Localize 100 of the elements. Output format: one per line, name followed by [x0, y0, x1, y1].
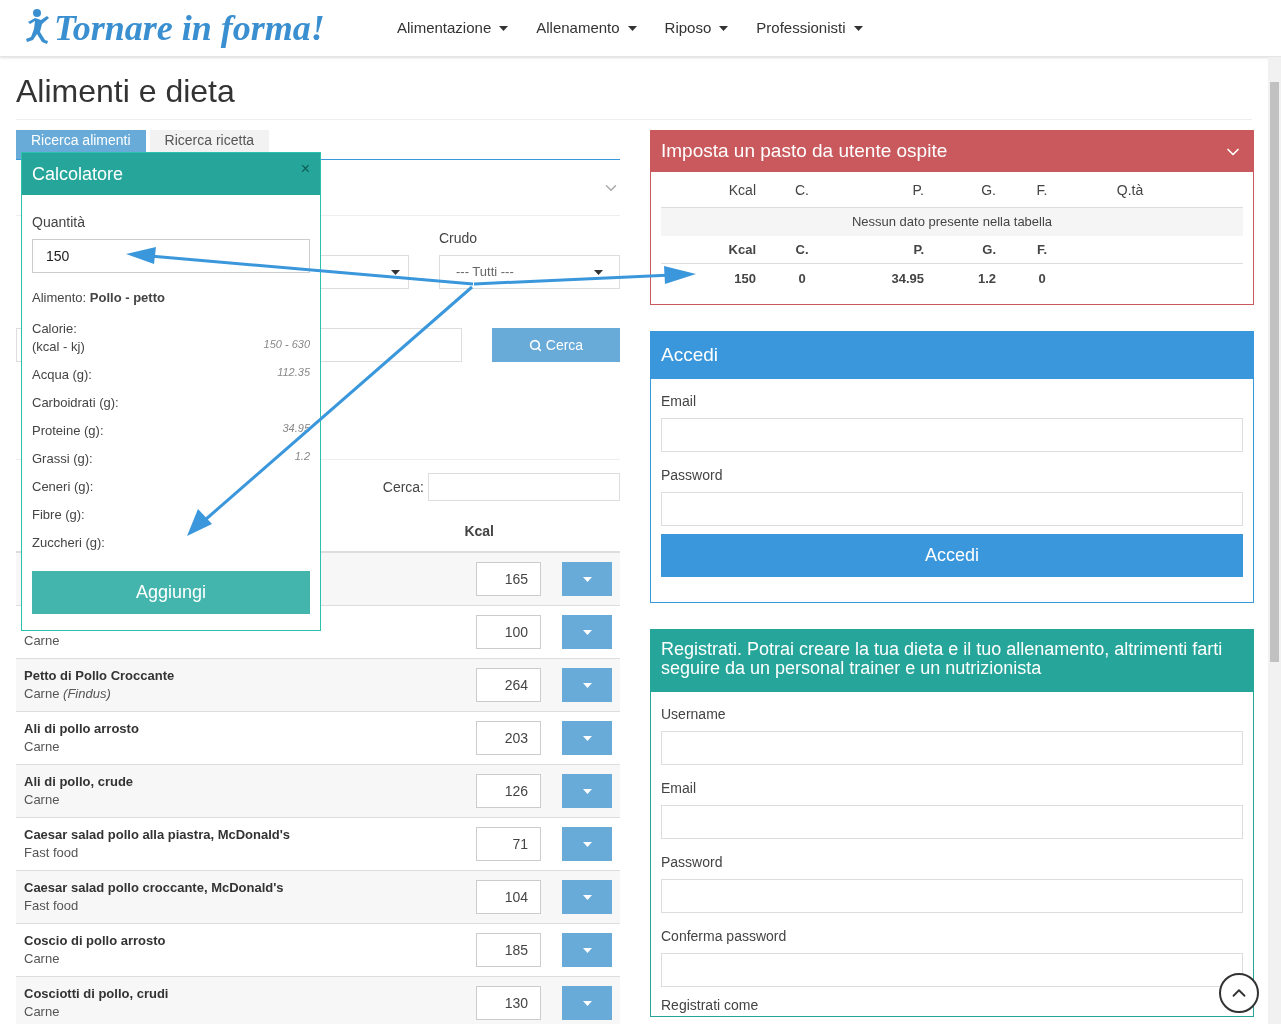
column-header: F. [1035, 240, 1049, 259]
dropdown-button[interactable] [562, 880, 612, 914]
food-name[interactable]: Coscio di pollo arrosto [24, 932, 476, 950]
column-header: Q.tà [1115, 181, 1145, 200]
quantity-field[interactable]: 150 [32, 239, 310, 273]
food-name[interactable]: Caesar salad pollo alla piastra, McDonald's [24, 826, 476, 844]
input-field[interactable] [661, 878, 1243, 913]
caret-icon [719, 25, 729, 31]
food-category: Carne [24, 1003, 61, 1021]
caret-icon [594, 269, 603, 275]
caret-icon [582, 735, 592, 741]
food-category: Carne [24, 791, 61, 809]
input-field[interactable] [661, 730, 1243, 765]
kcal-field[interactable]: 71 [476, 827, 541, 861]
food-category: Carne [24, 738, 61, 756]
kcal-field[interactable]: 165 [476, 562, 541, 596]
nutrient-label: Fibre (g): [32, 505, 85, 524]
kcal-field[interactable]: 264 [476, 668, 541, 702]
column-header: P. [911, 181, 924, 200]
dialog-title: Calcolatore [32, 162, 124, 186]
nutrient-unit: (kcal - kj) [32, 337, 85, 356]
food-name[interactable]: Ali di pollo, crude [24, 773, 476, 791]
nutrient-label: Ceneri (g): [32, 477, 94, 496]
dropdown-button[interactable] [562, 986, 612, 1020]
food-name[interactable]: Caesar salad pollo croccante, McDonald's [24, 879, 476, 897]
total-cell-text: 0 [1037, 270, 1047, 288]
caret-icon [582, 682, 592, 688]
dropdown-button[interactable] [562, 562, 612, 596]
food-category: Fast food [24, 844, 80, 862]
food-category: Carne [24, 950, 61, 968]
caret-icon [627, 25, 637, 31]
scroll-to-top-button[interactable] [1219, 973, 1259, 1013]
dropdown-button[interactable] [562, 721, 612, 755]
search-label: Cerca: [382, 477, 424, 497]
scrollbar[interactable] [1268, 57, 1281, 1024]
panel-title: Registrati. Potrai creare la tua dieta e il tuo allenamento, altrimenti farti seguire da un personal trainer e un nutrizionista [661, 639, 1224, 678]
food-category: Carne [24, 632, 61, 650]
field-label: Password [661, 465, 724, 485]
caret-icon [582, 576, 592, 582]
caret-icon [582, 841, 592, 847]
caret-icon [391, 269, 400, 275]
dropdown-button[interactable] [562, 774, 612, 808]
kcal-field[interactable]: 100 [476, 615, 541, 649]
input-field[interactable] [661, 417, 1243, 452]
panel-title: Accedi [661, 342, 719, 367]
total-cell-text: 1.2 [976, 270, 996, 288]
input-field[interactable] [661, 491, 1243, 526]
nutrient-label: Acqua (g): [32, 365, 92, 384]
caret-icon [582, 894, 592, 900]
food-label: Alimento: Pollo - petto [32, 289, 166, 307]
dropdown-button[interactable] [562, 933, 612, 967]
kcal-field[interactable]: 203 [476, 721, 541, 755]
column-header: C. [794, 181, 810, 200]
column-header: Kcal [727, 181, 756, 200]
input-field[interactable] [661, 804, 1243, 839]
select-field[interactable]: --- Tutti --- [439, 255, 620, 289]
caret-icon [582, 947, 592, 953]
nav-menu-item[interactable]: Professionisti [756, 16, 863, 40]
column-header: P. [912, 240, 924, 259]
total-cell-text: 150 [733, 270, 756, 288]
nutrient-label: Calorie: [32, 319, 78, 338]
field-label: Registrati come [661, 995, 760, 1015]
field-label: Password [661, 852, 724, 872]
caret-icon [499, 25, 509, 31]
nutrient-label: Carboidrati (g): [32, 393, 119, 412]
food-name[interactable]: Cosciotti di pollo, crudi [24, 985, 476, 1003]
column-header: G. [981, 240, 996, 259]
nav-menu-item[interactable]: Alimentazione [397, 16, 509, 40]
food-name[interactable]: Ali di pollo arrosto [24, 720, 476, 738]
kcal-field[interactable]: 130 [476, 986, 541, 1020]
caret-icon [853, 25, 863, 31]
dropdown-button[interactable] [562, 668, 612, 702]
nutrient-label: Grassi (g): [32, 449, 93, 468]
kcal-field[interactable]: 104 [476, 880, 541, 914]
search-icon [528, 338, 542, 352]
nav-menu-item[interactable]: Riposo [664, 16, 729, 40]
caret-icon [582, 1000, 592, 1006]
field-label: Crudo [439, 229, 479, 248]
kcal-field[interactable]: 185 [476, 933, 541, 967]
column-header: Kcal [727, 240, 756, 259]
total-cell-text: 34.95 [890, 270, 924, 288]
field-label: Quantità [32, 213, 86, 232]
table-search-field[interactable] [428, 473, 620, 501]
field-label: Conferma password [661, 926, 788, 946]
food-name[interactable]: Petto di Pollo Croccante [24, 667, 476, 685]
nutrient-value: 150 - 630 [263, 336, 310, 352]
food-category: Carne (Findus) [24, 685, 112, 703]
dropdown-button[interactable] [562, 827, 612, 861]
caret-icon [582, 629, 592, 635]
page-title: Alimenti e dieta [16, 57, 1252, 120]
column-header: G. [980, 181, 996, 200]
kcal-field[interactable]: 126 [476, 774, 541, 808]
column-header: C. [794, 240, 810, 259]
input-field[interactable] [661, 952, 1243, 987]
field-label: Email [661, 391, 697, 411]
dropdown-button[interactable] [562, 615, 612, 649]
panel-title: Imposta un pasto da utente ospite [661, 139, 948, 164]
field-label: Username [661, 704, 727, 724]
nav-menu-item[interactable]: Allenamento [536, 16, 637, 40]
nutrient-value: 112.35 [277, 364, 310, 380]
